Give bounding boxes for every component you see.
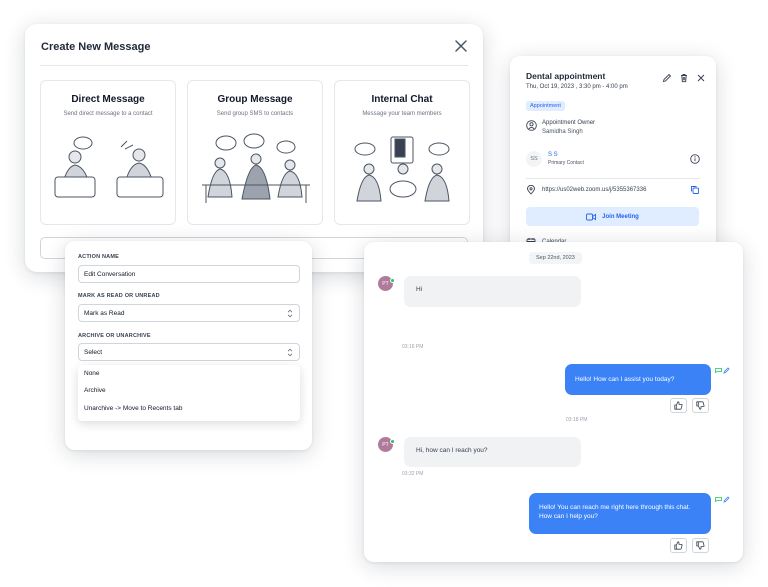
user-icon xyxy=(526,120,537,131)
message-timestamp: 03:32 PM xyxy=(402,471,424,477)
thumbs-up-button[interactable] xyxy=(670,398,687,413)
appointment-badge: Appointment xyxy=(526,101,565,111)
avatar: SS xyxy=(526,151,542,167)
option-description: Send group SMS to contacts xyxy=(216,111,294,117)
read-status-select[interactable]: Mark as Read xyxy=(78,304,300,322)
message-bubble-incoming: Hi xyxy=(404,276,581,307)
message-status xyxy=(714,493,731,506)
option-title: Group Message xyxy=(217,94,293,105)
owner-name: Samidha Singh xyxy=(542,129,583,135)
chevron-updown-icon xyxy=(287,309,293,318)
appointment-time: Thu, Oct 19, 2023 , 3:30 pm - 4:00 pm xyxy=(526,84,628,90)
meeting-link[interactable]: https://us02web.zoom.us/j/5355367336 xyxy=(542,187,646,193)
direct-message-illustration xyxy=(54,136,164,198)
thumbs-down-button[interactable] xyxy=(692,538,709,553)
message-bubble-outgoing: Hello! How can I assist you today? xyxy=(565,364,711,395)
read-status-value: Mark as Read xyxy=(84,309,125,317)
dropdown-option-none[interactable]: None xyxy=(84,370,100,377)
divider xyxy=(526,178,700,179)
date-divider: Sep 22nd, 2023 xyxy=(529,252,582,264)
appointment-popover: Dental appointment Thu, Oct 19, 2023 , 3… xyxy=(510,56,716,256)
internal-chat-illustration xyxy=(354,136,450,202)
thumbs-up-icon xyxy=(674,541,683,550)
create-message-modal: Create New Message Direct Message Send d… xyxy=(25,24,483,272)
appointment-title: Dental appointment xyxy=(526,71,606,81)
online-status-icon xyxy=(390,439,395,444)
edit-icon[interactable] xyxy=(662,70,672,83)
chat-panel: Sep 22nd, 2023 PT Hi 03:16 PM Hello! How… xyxy=(364,242,743,562)
join-meeting-label: Join Meeting xyxy=(602,213,639,220)
option-description: Send direct message to a contact xyxy=(63,111,153,117)
group-message-illustration xyxy=(202,133,310,203)
archive-status-select[interactable]: Select xyxy=(78,343,300,361)
dropdown-option-archive[interactable]: Archive xyxy=(84,387,106,394)
avatar-initials: PT xyxy=(382,280,389,287)
thumbs-up-button[interactable] xyxy=(670,538,687,553)
close-icon[interactable] xyxy=(454,39,468,53)
modal-title: Create New Message xyxy=(41,41,151,53)
copy-icon[interactable] xyxy=(690,185,700,195)
archive-status-value: Select xyxy=(84,348,103,356)
delete-icon[interactable] xyxy=(679,70,689,83)
message-timestamp: 03:16 PM xyxy=(402,344,424,350)
sms-icon xyxy=(715,368,722,373)
contact-role: Primary Contact xyxy=(548,160,584,166)
chevron-updown-icon xyxy=(287,348,293,357)
action-name-input[interactable]: Edit Conversation xyxy=(78,265,300,283)
option-title: Internal Chat xyxy=(371,94,433,105)
info-icon[interactable] xyxy=(690,154,700,164)
owner-row: Appointment Owner Samidha Singh xyxy=(526,120,595,135)
edit-icon[interactable] xyxy=(723,496,730,503)
thumbs-down-icon xyxy=(696,401,705,410)
contact-name[interactable]: S S xyxy=(548,152,584,158)
online-status-icon xyxy=(390,278,395,283)
archive-dropdown: None Archive Unarchive -> Move to Recent… xyxy=(78,365,300,421)
thumbs-up-icon xyxy=(674,401,683,410)
modal-divider xyxy=(40,65,468,66)
contact-row: SS S S Primary Contact xyxy=(526,151,700,167)
close-icon[interactable] xyxy=(696,70,706,82)
message-status xyxy=(714,364,731,377)
message-bubble-outgoing: Hello! You can reach me right here throu… xyxy=(529,493,711,534)
thumbs-down-icon xyxy=(696,541,705,550)
owner-label: Appointment Owner xyxy=(542,120,596,126)
message-timestamp: 03:18 PM xyxy=(566,417,588,423)
avatar: PT xyxy=(378,437,395,452)
avatar: PT xyxy=(378,276,395,291)
dropdown-option-unarchive[interactable]: Unarchive -> Move to Recents tab xyxy=(84,405,182,412)
option-title: Direct Message xyxy=(71,94,145,105)
video-icon xyxy=(586,213,597,220)
thumbs-down-button[interactable] xyxy=(692,398,709,413)
avatar-initials: PT xyxy=(382,441,389,448)
action-name-label: ACTION NAME xyxy=(78,254,120,260)
read-status-label: MARK AS READ OR UNREAD xyxy=(78,293,160,299)
action-form: ACTION NAME Edit Conversation MARK AS RE… xyxy=(65,241,312,450)
join-meeting-button[interactable]: Join Meeting xyxy=(526,207,699,226)
internal-chat-option[interactable]: Internal Chat Message your team members xyxy=(334,80,470,225)
archive-status-label: ARCHIVE OR UNARCHIVE xyxy=(78,333,151,339)
message-bubble-incoming: Hi, how can I reach you? xyxy=(404,437,581,467)
group-message-option[interactable]: Group Message Send group SMS to contacts xyxy=(187,80,323,225)
sms-icon xyxy=(715,497,722,502)
location-row: https://us02web.zoom.us/j/5355367336 xyxy=(526,185,700,195)
direct-message-option[interactable]: Direct Message Send direct message to a … xyxy=(40,80,176,225)
edit-icon[interactable] xyxy=(723,367,730,374)
location-icon xyxy=(527,185,535,195)
option-description: Message your team members xyxy=(362,111,442,117)
